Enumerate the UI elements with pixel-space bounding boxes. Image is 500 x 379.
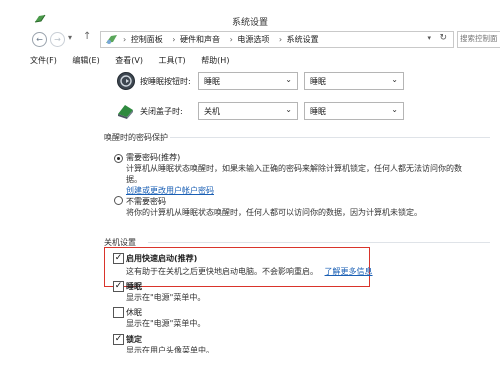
laptop-lid-icon: [118, 105, 133, 119]
lid-close-label: 关闭盖子时:: [140, 107, 183, 116]
address-bar[interactable]: › 控制面板 › 硬件和声音 › 电源选项 › 系统设置 ▾ ↻: [100, 31, 454, 48]
lock-checkbox[interactable]: ✓: [113, 334, 124, 345]
forward-button[interactable]: →: [50, 32, 65, 47]
sleep-checkbox[interactable]: ✓: [113, 281, 124, 292]
search-input[interactable]: [458, 32, 500, 45]
breadcrumb-control-panel[interactable]: 控制面板: [131, 35, 163, 44]
lid-close-battery-select[interactable]: 关机 ⌄: [198, 102, 298, 120]
breadcrumb-separator: ›: [172, 35, 176, 44]
require-password-desc-line1: 计算机从睡眠状态唤醒时，如果未输入正确的密码来解除计算机锁定，任何人都无法访问你…: [126, 164, 462, 173]
breadcrumb-system-settings[interactable]: 系统设置: [287, 35, 319, 44]
password-section-heading: 唤醒时的密码保护: [104, 133, 168, 142]
back-button[interactable]: ←: [32, 32, 47, 47]
hibernate-checkbox[interactable]: [113, 307, 124, 318]
checkmark-icon: ✓: [114, 334, 123, 344]
section-divider: [170, 137, 490, 138]
no-password-desc: 将你的计算机从睡眠状态唤醒时，任何人都可以访问你的数据，因为计算机未锁定。: [126, 208, 422, 217]
lid-close-plugged-select[interactable]: 睡眠 ⌄: [304, 102, 404, 120]
section-divider: [148, 242, 490, 243]
lock-label[interactable]: 锁定: [126, 334, 142, 345]
breadcrumb: › 控制面板 › 硬件和声音 › 电源选项 › 系统设置: [123, 34, 321, 45]
breadcrumb-separator: ›: [229, 35, 233, 44]
menu-bar: 文件(F) 编辑(E) 查看(V) 工具(T) 帮助(H): [30, 55, 242, 67]
learn-more-link[interactable]: 了解更多信息: [325, 267, 373, 276]
refresh-icon[interactable]: ↻: [439, 33, 447, 43]
chevron-down-icon: ⌄: [285, 75, 292, 84]
chevron-down-icon: ⌄: [391, 75, 398, 84]
require-password-radio[interactable]: [114, 154, 123, 163]
power-button-battery-select[interactable]: 睡眠 ⌄: [198, 72, 298, 90]
breadcrumb-separator: ›: [123, 35, 127, 44]
radio-selected-dot: [117, 157, 120, 160]
sleep-desc: 显示在"电源"菜单中。: [126, 293, 206, 302]
sleep-label[interactable]: 睡眠: [126, 281, 142, 292]
breadcrumb-power-options[interactable]: 电源选项: [237, 35, 269, 44]
menu-file[interactable]: 文件(F): [30, 56, 57, 65]
navigation-bar: ← → ▾ ↑ › 控制面板 › 硬件和声音 › 电源选项 › 系统设置 ▾ ↻: [30, 30, 500, 49]
address-dropdown-icon[interactable]: ▾: [427, 34, 431, 42]
power-button-icon: [117, 72, 135, 90]
fast-startup-desc: 这有助于在关机之后更快地启动电脑。不会影响重启。 了解更多信息: [126, 267, 373, 276]
forward-arrow-icon: →: [54, 35, 61, 44]
hibernate-desc: 显示在"电源"菜单中。: [126, 319, 206, 328]
breadcrumb-hardware-sound[interactable]: 硬件和声音: [180, 35, 220, 44]
menu-view[interactable]: 查看(V): [115, 56, 143, 65]
checkmark-icon: ✓: [114, 281, 123, 291]
recent-pages-icon[interactable]: ▾: [68, 33, 72, 42]
lid-close-row: 关闭盖子时: 关机 ⌄ 睡眠 ⌄: [116, 101, 436, 123]
fast-startup-checkbox[interactable]: ✓: [113, 253, 124, 264]
menu-help[interactable]: 帮助(H): [201, 56, 229, 65]
search-box[interactable]: [457, 31, 500, 48]
control-panel-small-icon: [106, 35, 117, 44]
power-button-row: 按睡眠按钮时: 睡眠 ⌄ 睡眠 ⌄: [116, 71, 436, 93]
title-bar: 系统设置: [0, 0, 500, 28]
breadcrumb-separator: ›: [278, 35, 283, 44]
fast-startup-label[interactable]: 启用快速启动(推荐): [126, 253, 197, 264]
no-password-label[interactable]: 不需要密码: [126, 196, 166, 207]
require-password-label[interactable]: 需要密码(推荐): [126, 152, 180, 163]
window-title: 系统设置: [231, 18, 268, 28]
up-level-icon[interactable]: ↑: [83, 31, 91, 42]
hibernate-label[interactable]: 休眠: [126, 307, 142, 318]
menu-tools[interactable]: 工具(T): [159, 56, 186, 65]
chevron-down-icon: ⌄: [285, 105, 292, 114]
lock-desc: 显示在用户头像菜单中。: [126, 346, 214, 353]
chevron-down-icon: ⌄: [391, 105, 398, 114]
power-button-plugged-select[interactable]: 睡眠 ⌄: [304, 72, 404, 90]
checkmark-icon: ✓: [114, 253, 123, 263]
menu-edit[interactable]: 编辑(E): [72, 56, 99, 65]
back-arrow-icon: ←: [36, 35, 43, 44]
no-password-radio[interactable]: [114, 196, 123, 205]
power-button-label: 按睡眠按钮时:: [140, 77, 191, 86]
